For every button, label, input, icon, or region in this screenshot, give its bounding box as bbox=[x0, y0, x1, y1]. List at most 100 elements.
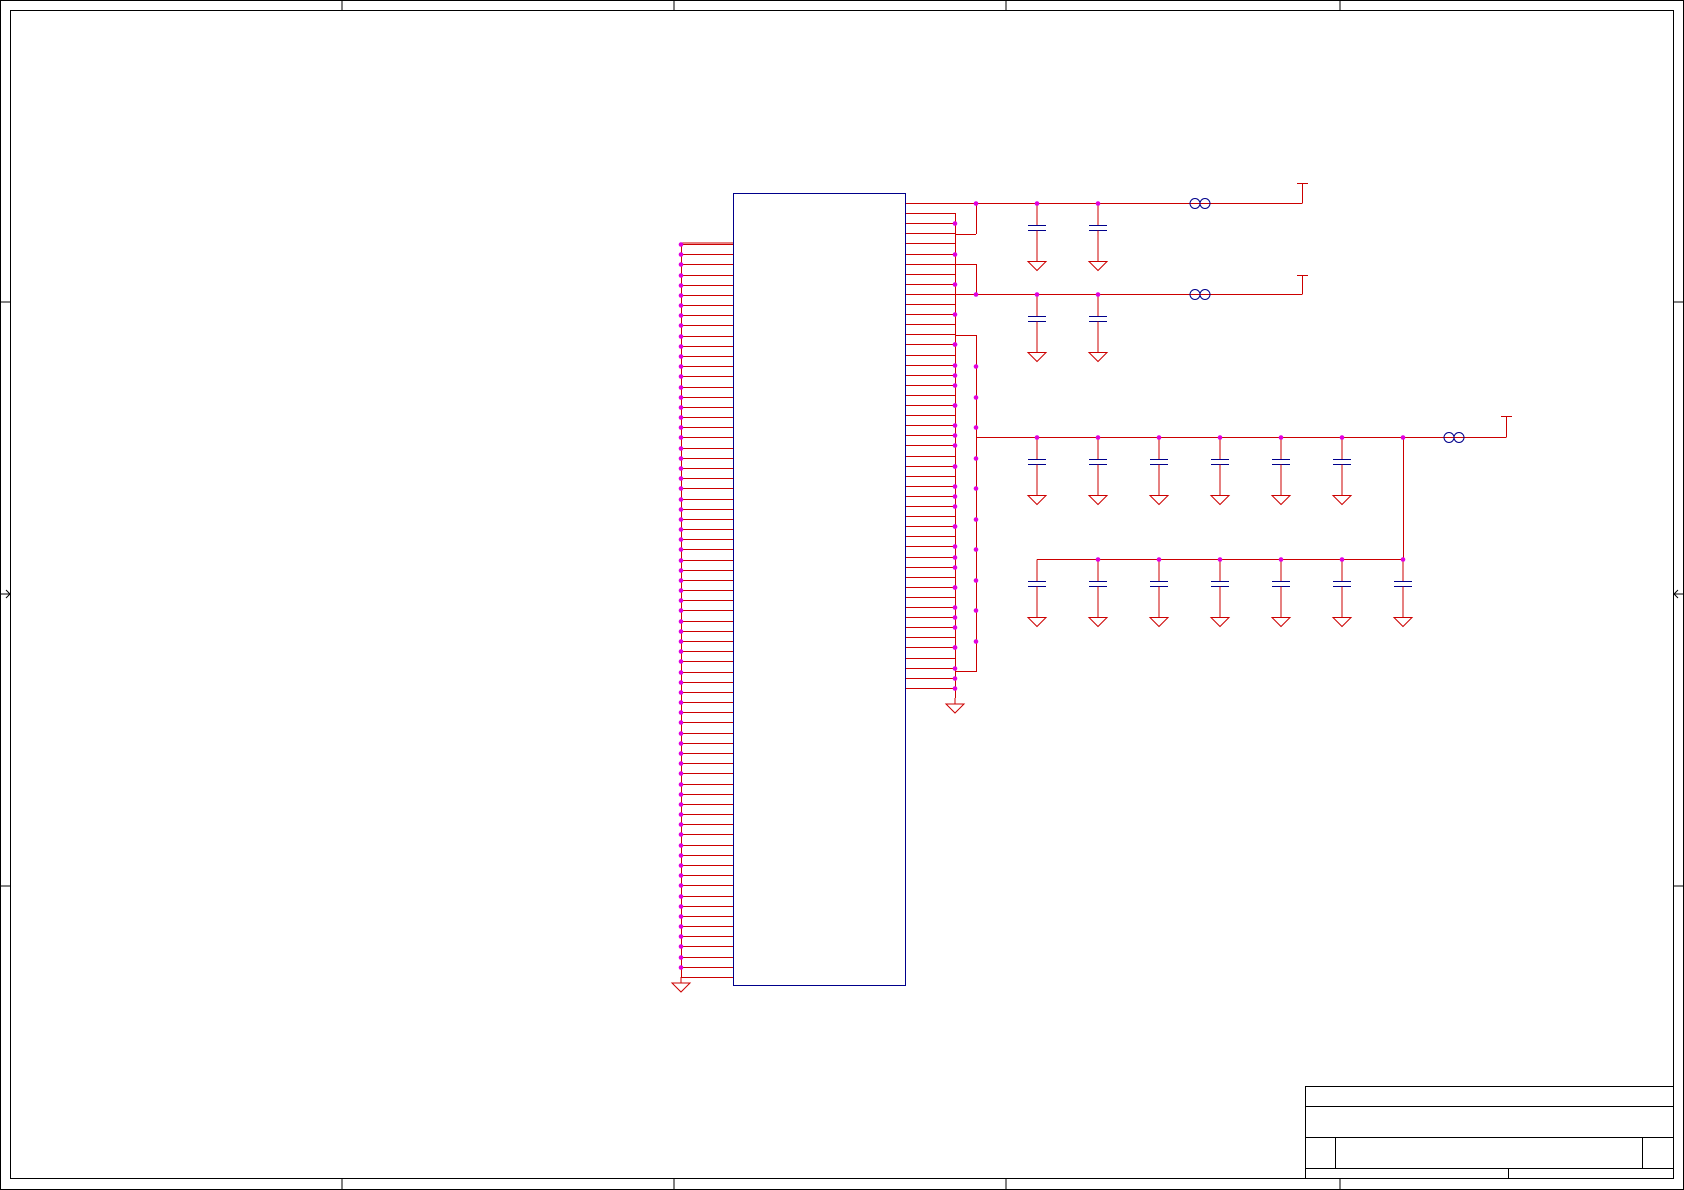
junction-dot bbox=[678, 710, 684, 715]
ground-symbol bbox=[1209, 617, 1231, 628]
ground-symbol bbox=[944, 703, 966, 714]
junction-dot bbox=[678, 812, 684, 817]
junction-dot bbox=[678, 741, 684, 746]
junction-dot bbox=[952, 686, 958, 691]
junction-dot bbox=[678, 323, 684, 328]
junction-dot bbox=[952, 373, 958, 378]
junction-dot bbox=[678, 670, 684, 675]
junction-dot bbox=[678, 293, 684, 298]
junction-dot bbox=[952, 443, 958, 448]
junction-dot bbox=[952, 666, 958, 671]
junction-dot bbox=[973, 639, 979, 644]
junction-dot bbox=[1278, 435, 1284, 440]
junction-dot bbox=[952, 625, 958, 630]
junction-dot bbox=[678, 802, 684, 807]
junction-dot bbox=[952, 312, 958, 317]
junction-dot bbox=[1095, 435, 1101, 440]
junction-dot bbox=[1095, 292, 1101, 297]
junction-dot bbox=[952, 676, 958, 681]
junction-dot bbox=[973, 292, 979, 297]
junction-dot bbox=[678, 934, 684, 939]
capacitor bbox=[1028, 559, 1046, 612]
junction-dot bbox=[973, 517, 979, 522]
zone-markers bbox=[0, 0, 1684, 1190]
junction-dot bbox=[1095, 201, 1101, 206]
junction-dot bbox=[678, 283, 684, 288]
junction-dot bbox=[973, 578, 979, 583]
capacitor bbox=[1211, 559, 1229, 612]
junction-dot bbox=[678, 252, 684, 257]
junction-dot bbox=[678, 517, 684, 522]
junction-dot bbox=[1034, 435, 1040, 440]
junction-dot bbox=[952, 504, 958, 509]
junction-dot bbox=[678, 395, 684, 400]
wires bbox=[681, 183, 1507, 978]
junction-dot bbox=[678, 700, 684, 705]
ground-symbol bbox=[1148, 617, 1170, 628]
junction-dot bbox=[678, 853, 684, 858]
junction-dot bbox=[678, 497, 684, 502]
center-arrow bbox=[1673, 589, 1684, 599]
junction-dot bbox=[678, 273, 684, 278]
capacitor bbox=[1028, 437, 1046, 490]
junction-dot bbox=[952, 615, 958, 620]
junction-dot bbox=[678, 761, 684, 766]
ground-symbol bbox=[1331, 617, 1353, 628]
junction-dot bbox=[678, 883, 684, 888]
junction-dot bbox=[952, 555, 958, 560]
ground-symbol bbox=[670, 982, 692, 993]
capacitor bbox=[1333, 437, 1351, 490]
junction-dot bbox=[678, 242, 684, 247]
junction-dot bbox=[678, 639, 684, 644]
junction-dot bbox=[678, 435, 684, 440]
junction-dot bbox=[678, 547, 684, 552]
junction-dot bbox=[678, 771, 684, 776]
junction-dot bbox=[952, 565, 958, 570]
junction-dot bbox=[678, 894, 684, 899]
junction-dot bbox=[678, 578, 684, 583]
center-arrow bbox=[0, 589, 11, 599]
junction-dot bbox=[1217, 557, 1223, 562]
capacitor bbox=[1150, 437, 1168, 490]
junction-dot bbox=[678, 476, 684, 481]
junction-dot bbox=[678, 598, 684, 603]
schematic-sheet bbox=[0, 0, 1684, 1190]
junction-dot bbox=[678, 680, 684, 685]
junction-dot bbox=[1034, 201, 1040, 206]
junction-dot bbox=[952, 363, 958, 368]
ground-symbol bbox=[1087, 495, 1109, 506]
capacitor bbox=[1028, 203, 1046, 256]
junction-dot bbox=[678, 527, 684, 532]
junction-dot bbox=[973, 425, 979, 430]
junction-dot bbox=[678, 568, 684, 573]
junction-dot bbox=[678, 914, 684, 919]
capacitor bbox=[1272, 559, 1290, 612]
junction-dot bbox=[952, 282, 958, 287]
junction-dot bbox=[678, 425, 684, 430]
ground-symbol bbox=[1026, 261, 1048, 272]
ground-symbol bbox=[1148, 495, 1170, 506]
junction-dot bbox=[678, 619, 684, 624]
junction-dot bbox=[678, 486, 684, 491]
junction-dot bbox=[678, 334, 684, 339]
junction-dot bbox=[952, 544, 958, 549]
junction-dot bbox=[678, 955, 684, 960]
components bbox=[670, 183, 1512, 993]
capacitor bbox=[1272, 437, 1290, 490]
capacitor bbox=[1211, 437, 1229, 490]
junction-dot bbox=[678, 873, 684, 878]
capacitor bbox=[1150, 559, 1168, 612]
junction-dot bbox=[678, 822, 684, 827]
junction-dot bbox=[1400, 435, 1406, 440]
ground-symbol bbox=[1026, 617, 1048, 628]
capacitor bbox=[1089, 294, 1107, 347]
junction-dot bbox=[952, 221, 958, 226]
junction-dot bbox=[952, 383, 958, 388]
junction-dot bbox=[952, 423, 958, 428]
junction-dot bbox=[1278, 557, 1284, 562]
ground-symbol bbox=[1392, 617, 1414, 628]
junction-dot bbox=[678, 364, 684, 369]
ground-symbol bbox=[1087, 617, 1109, 628]
junction-dot bbox=[973, 547, 979, 552]
capacitor bbox=[1089, 203, 1107, 256]
